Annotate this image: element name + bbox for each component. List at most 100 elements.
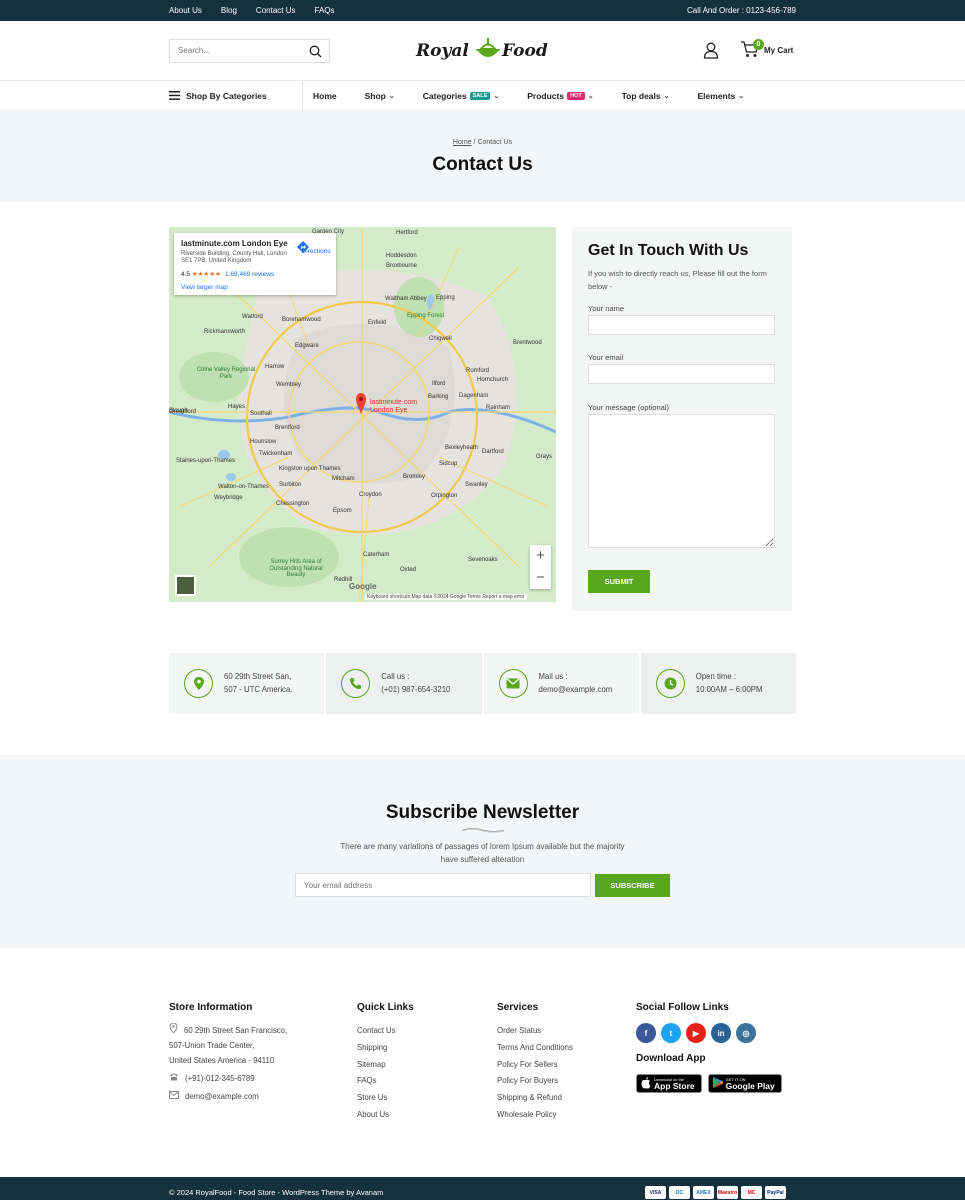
message-textarea[interactable] (588, 414, 775, 548)
map-town-label: Grays (536, 454, 553, 460)
chevron-down-icon: ⌄ (388, 93, 395, 100)
service-link-terms-and-conditions[interactable]: Terms And Conditions (497, 1040, 573, 1057)
copyright: © 2024 RoyalFood - Food Store - WordPres… (169, 1188, 384, 1197)
submit-button[interactable]: SUBMIT (588, 570, 650, 593)
apple-icon (641, 1076, 651, 1091)
top-link-blog[interactable]: Blog (221, 6, 237, 15)
store-phone: (+91)-012-345-6789 (169, 1071, 287, 1086)
instagram-icon[interactable]: ◎ (736, 1023, 756, 1043)
store-email-text[interactable]: demo@example.com (185, 1089, 259, 1104)
name-input[interactable] (588, 315, 775, 335)
social-icons: f t ▶ in ◎ (636, 1023, 782, 1043)
breadcrumb-home[interactable]: Home (453, 139, 472, 146)
subscribe-button[interactable]: SUBSCRIBE (595, 874, 670, 897)
map-town-label: Swanley (465, 482, 488, 488)
map-town-label: Colne Valley Regional Park (196, 367, 256, 380)
map-town-label: Watford (242, 314, 263, 320)
breadcrumb-current: Contact Us (477, 139, 513, 146)
shop-by-categories-button[interactable]: Shop By Categories (169, 82, 303, 110)
map-place-address: Riverside Building, County Hall, London … (181, 251, 287, 264)
newsletter-title: Subscribe Newsletter (385, 802, 580, 823)
nav-item-top-deals[interactable]: Top deals ⌄ (622, 91, 670, 101)
quick-link-about-us[interactable]: About Us (357, 1107, 414, 1124)
hot-badge: HOT (567, 92, 585, 100)
map-pin-label-line2: London Eye (370, 407, 408, 414)
map-town-label: Chessington (276, 501, 310, 507)
info-mail: Mail us : demo@example.com (483, 653, 639, 714)
nav-item-shop[interactable]: Shop ⌄ (365, 91, 395, 101)
map-town-label: Brentwood (513, 340, 542, 346)
map-town-label: Hayes (228, 404, 246, 410)
map-town-label: Surbiton (279, 482, 302, 488)
mail-icon (498, 669, 528, 698)
map-town-label: Enfield (368, 320, 387, 326)
nav-item-home[interactable]: Home (313, 91, 337, 101)
map-town-label: Mitcham (332, 476, 355, 482)
quick-link-sitemap[interactable]: Sitemap (357, 1057, 414, 1074)
quick-link-contact-us[interactable]: Contact Us (357, 1023, 414, 1040)
info-phone: Call us : (+01) 987-654-3210 (326, 653, 482, 714)
zoom-out-button[interactable]: − (530, 567, 551, 589)
facebook-icon[interactable]: f (636, 1023, 656, 1043)
search-input[interactable] (178, 46, 298, 55)
map-town-label: Twickenham (259, 451, 293, 457)
map-town-label: Dagenham (459, 393, 489, 399)
service-link-wholesale-policy[interactable]: Wholesale Policy (497, 1107, 573, 1124)
quick-link-store-us[interactable]: Store Us (357, 1090, 414, 1107)
zoom-in-button[interactable]: + (530, 545, 551, 567)
quick-link-faqs[interactable]: FAQs (357, 1073, 414, 1090)
newsletter-email-input[interactable] (304, 881, 564, 890)
map-town-label: Dartford (482, 449, 504, 455)
nav-item-categories[interactable]: Categories SALE ⌄ (423, 91, 499, 101)
service-link-policy-for-sellers[interactable]: Policy For Sellers (497, 1057, 573, 1074)
app-store-big: App Store (654, 1080, 695, 1091)
info-mail-line2[interactable]: demo@example.com (539, 685, 613, 694)
directions-button[interactable]: Directions (297, 241, 335, 255)
top-link-about[interactable]: About Us (169, 6, 202, 15)
footer-social: Social Follow Links f t ▶ in ◎ Download App … (636, 1002, 782, 1093)
newsletter-email-box[interactable] (295, 873, 591, 897)
map-town-label: Hounslow (250, 439, 277, 445)
quick-link-shipping[interactable]: Shipping (357, 1040, 414, 1057)
nav-item-products[interactable]: Products HOT ⌄ (527, 91, 593, 101)
info-phone-line2[interactable]: (+01) 987-654-3210 (381, 685, 450, 694)
service-link-order-status[interactable]: Order Status (497, 1023, 573, 1040)
top-link-faqs[interactable]: FAQs (315, 6, 335, 15)
nav-item-label: Top deals (621, 91, 661, 101)
nav-item-elements[interactable]: Elements ⌄ (698, 91, 745, 101)
rating-stars: ★★★★★ (191, 271, 221, 278)
google-map[interactable]: lastminute.com London Eye Riverside Buil… (169, 227, 556, 602)
contact-info-strip: 60 29th Street San, 507 - UTC America. Ca… (169, 653, 796, 714)
twitter-icon[interactable]: t (661, 1023, 681, 1043)
reviews-link[interactable]: 1,69,469 reviews (225, 271, 274, 278)
user-account-icon[interactable] (703, 42, 719, 61)
nav-item-label: Categories (422, 91, 467, 101)
cart-button[interactable]: 0 My Cart (740, 39, 800, 62)
map-town-label: Garden City (312, 229, 345, 235)
search-box[interactable] (169, 39, 330, 63)
info-address: 60 29th Street San, 507 - UTC America. (169, 653, 325, 714)
google-play-badge[interactable]: GET IT ON Google Play (707, 1074, 782, 1093)
satellite-toggle[interactable] (175, 575, 196, 596)
call-and-order: Call And Order : 0123-456-789 (687, 6, 796, 15)
view-larger-map-link[interactable]: View larger map (181, 284, 228, 291)
map-town-label: Slough (169, 408, 188, 414)
map-town-label: Kingston upon Thames (279, 466, 341, 472)
app-store-badge[interactable]: Download on the App Store (636, 1074, 702, 1093)
newsletter-section: Subscribe Newsletter There are many vari… (0, 755, 965, 948)
categories-label: Shop By Categories (186, 91, 267, 101)
info-address-line1: 60 29th Street San, (224, 672, 292, 681)
top-link-contact[interactable]: Contact Us (256, 6, 296, 15)
clock-icon (655, 669, 685, 698)
service-link-policy-for-buyers[interactable]: Policy For Buyers (497, 1073, 573, 1090)
logo[interactable]: Royal Food (414, 33, 554, 67)
service-link-shipping-refund[interactable]: Shipping & Refund (497, 1090, 573, 1107)
info-address-line2: 507 - UTC America. (224, 685, 293, 694)
youtube-icon[interactable]: ▶ (686, 1023, 706, 1043)
linkedin-icon[interactable]: in (711, 1023, 731, 1043)
email-input[interactable] (588, 364, 775, 384)
mc-card-icon: MC (741, 1186, 762, 1199)
search-icon[interactable] (309, 45, 322, 60)
map-town-label: Southall (250, 411, 272, 417)
breadcrumb: Home / Contact Us (0, 139, 965, 146)
